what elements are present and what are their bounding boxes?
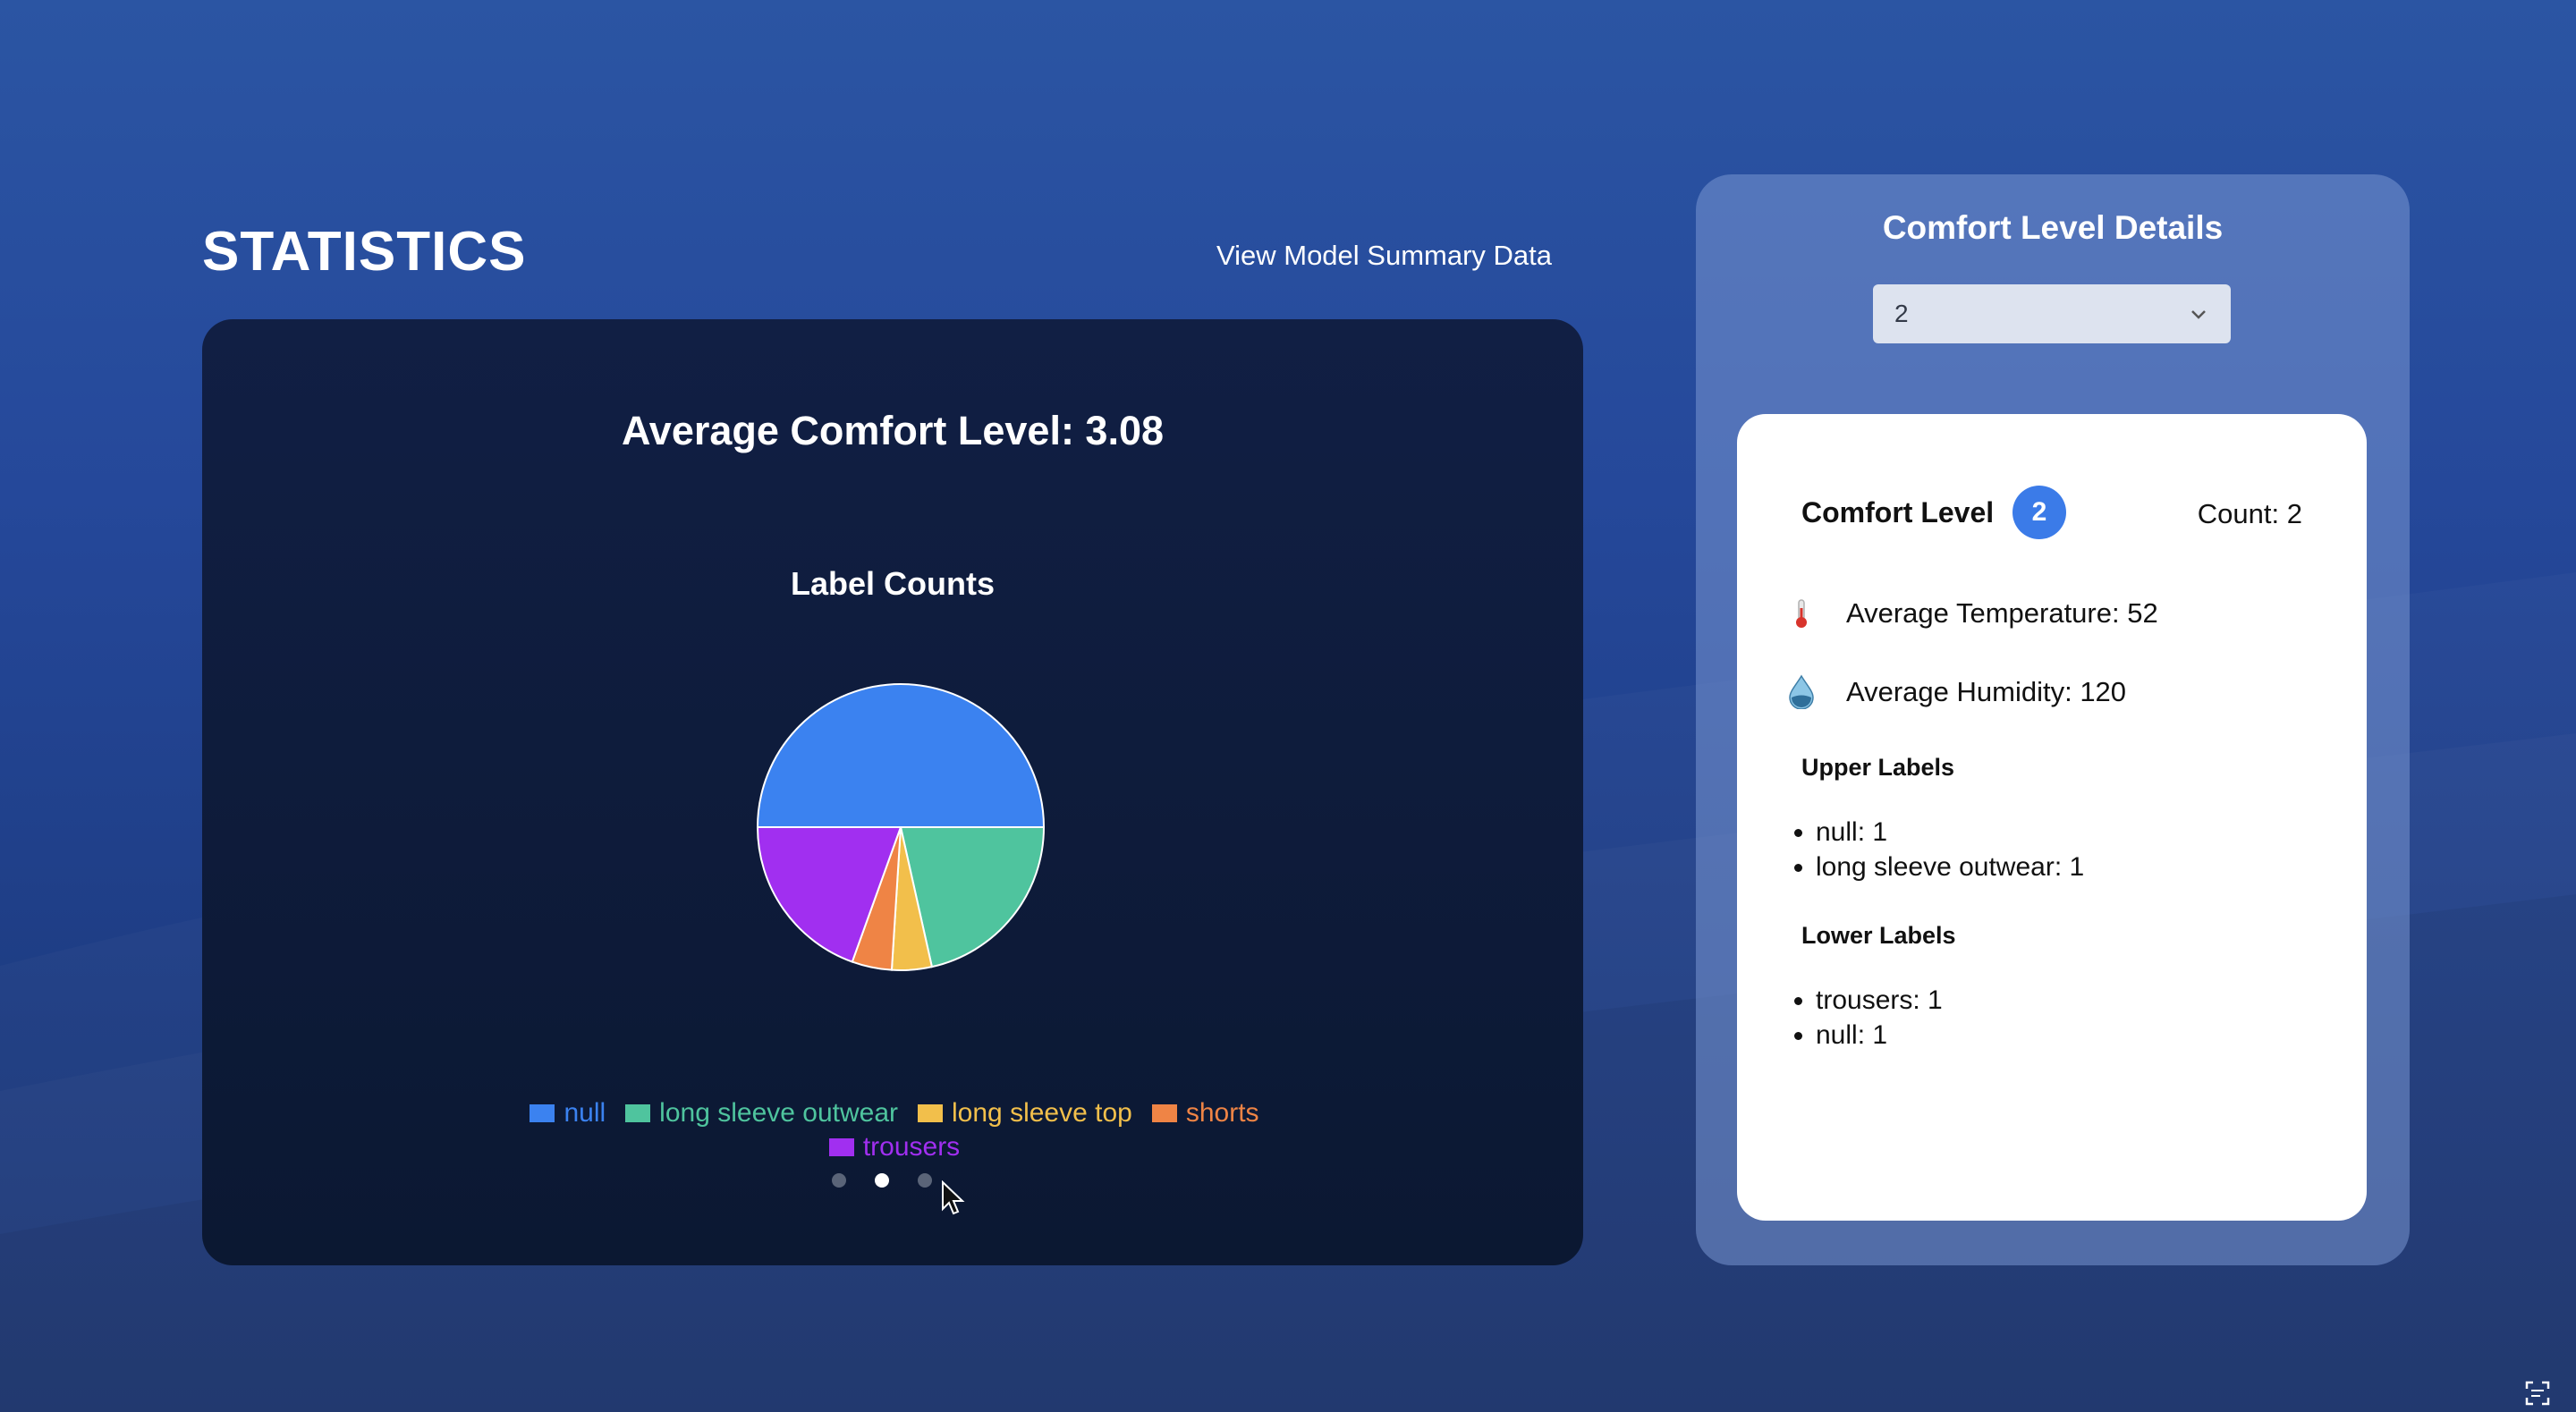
- level-badge: 2: [2012, 486, 2066, 539]
- comfort-level-select[interactable]: 2: [1873, 284, 2231, 343]
- select-value: 2: [1894, 300, 1909, 327]
- mouse-cursor-icon: [942, 1180, 965, 1215]
- legend-swatch: [1151, 1104, 1177, 1122]
- legend-label: shorts: [1185, 1098, 1259, 1128]
- average-temperature: Average Temperature: 52: [1846, 597, 2158, 629]
- carousel-dot-2[interactable]: [875, 1173, 889, 1188]
- legend-swatch: [625, 1104, 651, 1122]
- chart-legend: null long sleeve outwear long sleeve top…: [501, 1098, 1288, 1163]
- legend-label: null: [564, 1098, 606, 1128]
- average-humidity: Average Humidity: 120: [1846, 676, 2127, 707]
- legend-label: long sleeve top: [952, 1098, 1132, 1128]
- page-title: STATISTICS: [202, 221, 527, 283]
- legend-swatch: [918, 1104, 944, 1122]
- list-item: long sleeve outwear: 1: [1816, 850, 2084, 884]
- legend-item-null[interactable]: null: [530, 1098, 606, 1129]
- average-comfort-title: Average Comfort Level: 3.08: [621, 408, 1165, 453]
- list-item: null: 1: [1816, 1018, 1943, 1053]
- upper-labels-list: null: 1 long sleeve outwear: 1: [1780, 815, 2084, 884]
- carousel-dot-3[interactable]: [918, 1173, 932, 1188]
- count-text: Count: 2: [2197, 498, 2302, 529]
- legend-label: long sleeve outwear: [659, 1098, 899, 1128]
- pie-slice-null[interactable]: [756, 683, 1046, 828]
- legend-swatch: [530, 1104, 555, 1122]
- comfort-level-label: Comfort Level: [1801, 496, 1995, 528]
- legend-item-trousers[interactable]: trousers: [828, 1132, 961, 1163]
- screen-capture-icon[interactable]: [2524, 1380, 2551, 1407]
- carousel-dot-1[interactable]: [832, 1173, 846, 1188]
- label-counts-pie-chart[interactable]: [753, 680, 1048, 975]
- chart-title: Label Counts: [790, 565, 995, 602]
- carousel-dots: [832, 1173, 932, 1188]
- legend-item-long-sleeve-top[interactable]: long sleeve top: [918, 1098, 1132, 1129]
- legend-swatch: [828, 1138, 854, 1156]
- upper-labels-heading: Upper Labels: [1801, 754, 1955, 781]
- view-model-summary-link[interactable]: View Model Summary Data: [1216, 240, 1552, 272]
- thermometer-icon: [1796, 599, 1807, 628]
- details-title: Comfort Level Details: [1882, 209, 2224, 246]
- legend-label: trousers: [862, 1132, 961, 1162]
- list-item: null: 1: [1816, 815, 2084, 850]
- legend-item-long-sleeve-outwear[interactable]: long sleeve outwear: [625, 1098, 898, 1129]
- legend-item-shorts[interactable]: shorts: [1151, 1098, 1259, 1129]
- list-item: trousers: 1: [1816, 983, 1943, 1018]
- lower-labels-list: trousers: 1 null: 1: [1780, 983, 1943, 1053]
- lower-labels-heading: Lower Labels: [1801, 922, 1956, 949]
- comfort-level-info-card: Comfort Level 2 Count: 2 Average Tempera…: [1737, 414, 2367, 1221]
- water-drop-icon: [1789, 674, 1814, 709]
- chevron-down-icon: [2191, 310, 2206, 319]
